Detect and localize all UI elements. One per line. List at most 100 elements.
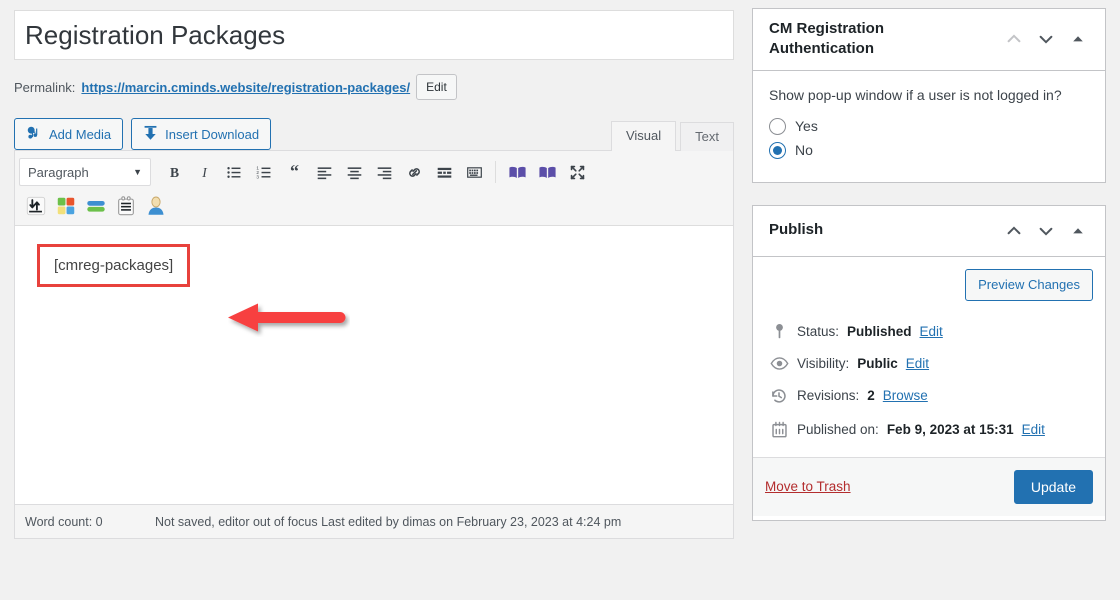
fullscreen-icon[interactable] [562,157,592,187]
pin-icon [769,323,789,340]
media-buttons-row: Add Media Insert Download Visual Text [14,116,734,151]
toolbar-row-1: Paragraph ▼ B I 1 2 3 “ [19,155,729,189]
editor-status-bar: Word count: 0 Not saved, editor out of f… [15,504,733,538]
auth-option-yes[interactable]: Yes [769,117,1089,135]
blockquote-icon[interactable]: “ [279,157,309,187]
preview-changes-button[interactable]: Preview Changes [965,268,1093,301]
editor-column: Permalink: https://marcin.cminds.website… [14,10,734,539]
insert-link-icon[interactable] [399,157,429,187]
editor-toolbar: Paragraph ▼ B I 1 2 3 “ [15,151,733,226]
edit-published-date-link[interactable]: Edit [1022,422,1045,437]
update-button[interactable]: Update [1013,469,1093,504]
auth-panel-body: Show pop-up window if a user is not logg… [753,71,1105,182]
editor-content-area[interactable]: [cmreg-packages] [15,226,733,504]
wordpress-post-editor: Permalink: https://marcin.cminds.website… [0,0,1120,600]
auth-question-label: Show pop-up window if a user is not logg… [769,86,1062,103]
svg-text:3: 3 [256,174,259,179]
status-value: Published [847,323,912,339]
editor-mode-tabs: Visual Text [607,120,734,151]
visibility-label: Visibility: [797,355,850,371]
eye-icon [769,356,789,371]
status-row: Status: Published Edit [765,315,1093,348]
format-select-value: Paragraph [28,164,89,180]
auth-panel-header-actions [999,24,1093,54]
toggle-triangle-icon[interactable] [1063,24,1093,54]
toolbar-toggle-icon[interactable] [459,157,489,187]
auth-panel-header: CM Registration Authentication [753,9,1105,71]
radio-yes[interactable] [769,117,786,135]
revisions-icon [769,387,789,405]
chevron-down-icon: ▼ [133,167,142,177]
shortcode-highlight-box: [cmreg-packages] [37,244,191,287]
publish-panel-header-actions [999,216,1093,246]
editor-frame: Paragraph ▼ B I 1 2 3 “ [cmreg-packages]… [14,150,734,539]
browse-revisions-link[interactable]: Browse [883,388,928,403]
move-to-trash-link[interactable]: Move to Trash [765,479,851,494]
bulleted-list-icon[interactable] [219,157,249,187]
color-squares-icon[interactable] [51,191,81,221]
annotation-arrow [228,303,350,337]
visibility-value: Public [857,355,898,371]
edit-permalink-button[interactable]: Edit [416,74,457,100]
align-center-icon[interactable] [339,157,369,187]
user-avatar-icon[interactable] [141,191,171,221]
chevron-up-icon[interactable] [999,216,1029,246]
book-alt-icon[interactable] [532,157,562,187]
post-title-input[interactable] [23,14,725,56]
numbered-list-icon[interactable]: 1 2 3 [249,157,279,187]
svg-text:“: “ [290,164,299,181]
preview-row: Preview Changes [765,268,1093,301]
publish-panel: Publish Preview Changes Status: Publishe… [752,204,1106,521]
read-more-icon[interactable] [429,157,459,187]
revisions-value: 2 [867,388,875,403]
align-left-icon[interactable] [309,157,339,187]
status-label: Status: [797,323,840,339]
sidebar-column: CM Registration Authentication Show pop-… [752,8,1106,543]
toolbar-divider [495,161,496,183]
radio-no-label: No [795,142,813,158]
shortcode-text: [cmreg-packages] [54,257,174,274]
chevron-up-icon[interactable] [999,24,1029,54]
publish-panel-header: Publish [753,206,1105,257]
chevron-down-icon[interactable] [1031,24,1061,54]
form-list-icon[interactable] [111,191,141,221]
auth-option-no[interactable]: No [769,141,1089,159]
insert-download-button[interactable]: Insert Download [131,118,272,150]
published-on-value: Feb 9, 2023 at 15:31 [886,422,1014,437]
bold-icon[interactable]: B [159,157,189,187]
tab-visual[interactable]: Visual [610,121,677,151]
revisions-label: Revisions: [797,388,860,403]
published-on-label: Published on: [797,422,879,437]
chevron-down-icon[interactable] [1031,216,1061,246]
published-on-row: Published on: Feb 9, 2023 at 15:31 Edit [765,413,1093,447]
permalink-link[interactable]: https://marcin.cminds.website/registrati… [81,80,410,95]
add-media-label: Add Media [49,126,112,142]
visibility-row: Visibility: Public Edit [765,348,1093,379]
tab-text[interactable]: Text [680,122,734,151]
svg-text:B: B [169,165,178,180]
book-icon[interactable] [502,157,532,187]
auth-panel-title: CM Registration Authentication [769,20,885,58]
radio-no[interactable] [769,141,786,159]
stacked-bars-icon[interactable] [81,191,111,221]
insert-download-label: Insert Download [165,126,260,142]
word-count-label: Word count: 0 [25,514,103,529]
add-media-icon [26,125,42,144]
radio-yes-label: Yes [795,118,818,134]
post-title-field[interactable] [14,10,734,60]
permalink-row: Permalink: https://marcin.cminds.website… [14,74,734,100]
revisions-row: Revisions: 2 Browse [765,379,1093,413]
format-select[interactable]: Paragraph ▼ [19,158,151,186]
svg-text:I: I [201,165,208,180]
permalink-label: Permalink: [14,79,76,95]
toolbar-row-2 [19,189,729,223]
calendar-icon [769,421,789,439]
add-media-button[interactable]: Add Media [14,118,124,150]
toggle-triangle-icon[interactable] [1063,216,1093,246]
align-right-icon[interactable] [369,157,399,187]
edit-status-link[interactable]: Edit [920,324,943,339]
edit-visibility-link[interactable]: Edit [906,356,929,371]
sort-arrows-icon[interactable] [21,191,51,221]
autosave-status-label: Not saved, editor out of focus Last edit… [155,514,622,529]
italic-icon[interactable]: I [189,157,219,187]
